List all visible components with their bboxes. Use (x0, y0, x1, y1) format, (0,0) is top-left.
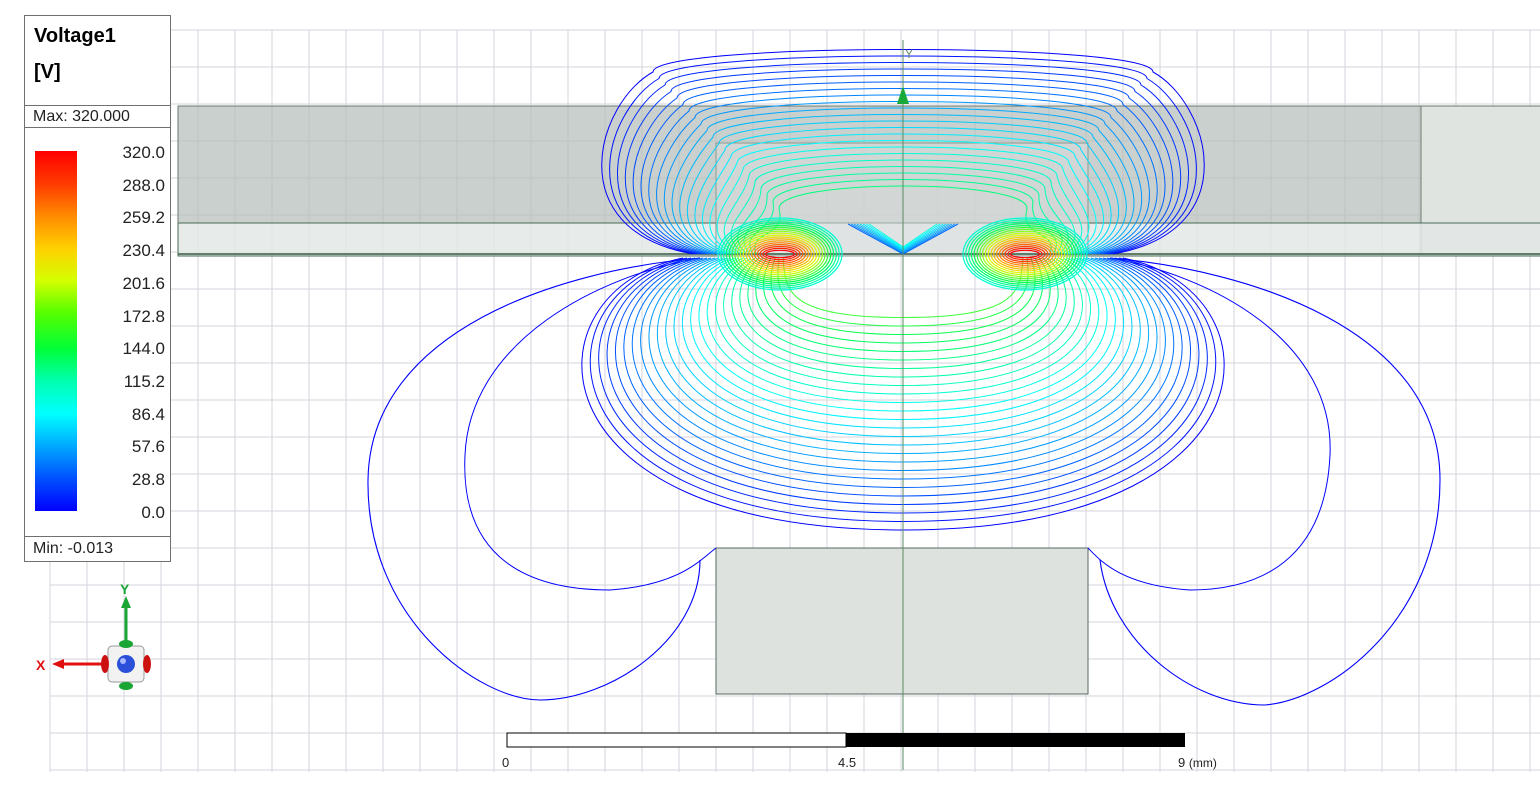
legend-tick-label: 172.8 (122, 306, 165, 326)
triad-x-arrow-icon (52, 659, 64, 669)
triad-y-label: Y (120, 581, 130, 597)
legend-tick-label: 115.2 (123, 371, 165, 391)
contour-line (1087, 257, 1331, 591)
scale-bar-white-segment (506, 732, 847, 748)
legend-tick-label: 320.0 (122, 143, 165, 162)
triad-green-bottom (119, 682, 133, 690)
scale-label-end-value: 9 (1178, 755, 1186, 770)
legend-tick-label: 259.2 (122, 208, 165, 228)
field-plot-viewport[interactable]: Y Y X 0 4.5 9 (mm) (0, 0, 1540, 805)
legend-unit: [V] (34, 61, 61, 83)
bottom-ground-block (715, 547, 1089, 695)
scale-label-end: 9 (mm) (1178, 755, 1217, 770)
contour-line (1099, 257, 1441, 706)
legend-tick-label: 28.8 (131, 470, 165, 489)
legend-max-value: Max: 320.000 (25, 105, 170, 128)
legend-tick-label: 230.4 (122, 241, 165, 261)
triad-y-arrow-icon (121, 596, 131, 608)
orientation-triad-icon[interactable]: Y X (36, 581, 151, 690)
legend-tick-label: 288.0 (122, 175, 165, 195)
legend-min-value: Min: -0.013 (25, 536, 170, 562)
contour-line (464, 257, 717, 591)
triad-red-right (143, 655, 151, 673)
triad-sphere-highlight (120, 658, 126, 664)
triad-x-label: X (36, 657, 46, 673)
triad-red-left (101, 655, 109, 673)
legend-tick-label: 0.0 (141, 502, 165, 522)
legend-tick-label: 86.4 (131, 404, 165, 424)
legend-title: Voltage1 (34, 25, 116, 47)
scale-unit-label: (mm) (1188, 756, 1217, 770)
voltage-contour-plot[interactable]: Y Y X (0, 0, 1540, 805)
y-axis-label: Y (905, 47, 913, 61)
legend-colorbar (35, 151, 77, 511)
legend-tick-label: 57.6 (131, 437, 165, 457)
scale-bar-black-segment (846, 733, 1185, 747)
triad-green-top (119, 640, 133, 648)
scale-label-mid: 4.5 (838, 755, 857, 770)
triad-center-sphere (117, 655, 135, 673)
legend-tick-label: 201.6 (122, 273, 165, 293)
color-legend[interactable]: Voltage1 [V] Max: 320.000 320.0 288.0 259.… (24, 15, 171, 562)
scale-label-start: 0 (502, 755, 510, 770)
legend-tick-label: 144.0 (122, 339, 165, 359)
